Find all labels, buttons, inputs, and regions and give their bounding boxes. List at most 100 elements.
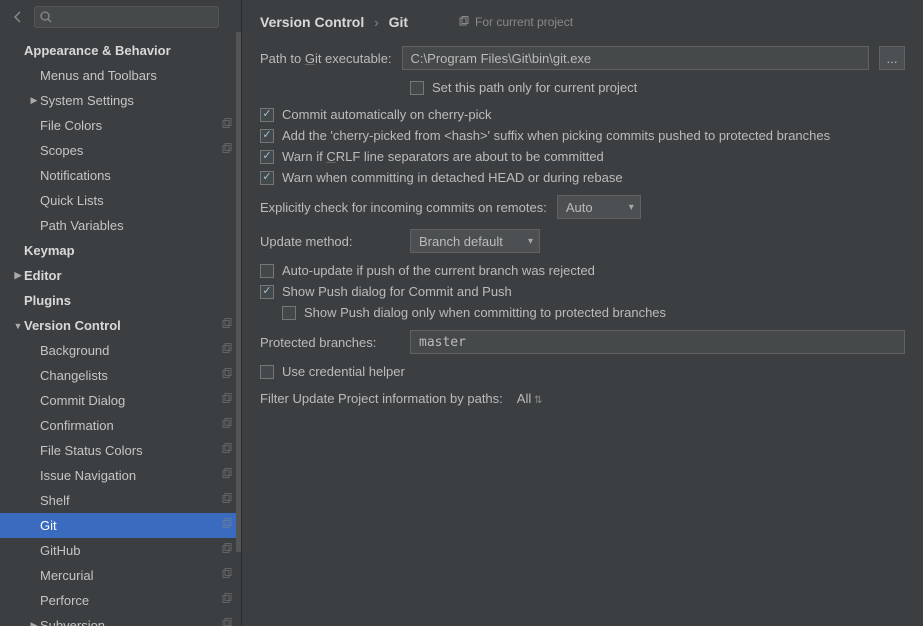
copy-icon — [221, 443, 233, 458]
credential-helper-label: Use credential helper — [282, 364, 405, 379]
search-input[interactable] — [34, 6, 219, 28]
git-path-input[interactable] — [402, 46, 869, 70]
filter-paths-value[interactable]: All — [517, 391, 543, 406]
sidebar-item-notifications[interactable]: Notifications — [0, 163, 241, 188]
show-push-protected-checkbox[interactable] — [282, 306, 296, 320]
copy-icon — [221, 393, 233, 408]
show-push-protected-row: Show Push dialog only when committing to… — [282, 305, 905, 320]
cherry-suffix-row: Add the 'cherry-picked from <hash>' suff… — [260, 128, 905, 143]
breadcrumb: Version Control › Git For current projec… — [260, 14, 905, 30]
sidebar-item-file-status-colors[interactable]: File Status Colors — [0, 438, 241, 463]
sidebar-item-appearance-behavior[interactable]: Appearance & Behavior — [0, 38, 241, 63]
sidebar-item-plugins[interactable]: Plugins — [0, 288, 241, 313]
sidebar-item-label: Mercurial — [40, 568, 221, 583]
path-row: Path to Git executable: ... — [260, 46, 905, 70]
credential-helper-checkbox[interactable] — [260, 365, 274, 379]
sidebar-item-github[interactable]: GitHub — [0, 538, 241, 563]
sidebar-item-menus-and-toolbars[interactable]: Menus and Toolbars — [0, 63, 241, 88]
update-method-row: Update method: Branch default — [260, 229, 905, 253]
sidebar-item-keymap[interactable]: Keymap — [0, 238, 241, 263]
copy-icon — [458, 16, 470, 28]
cherry-suffix-checkbox[interactable] — [260, 129, 274, 143]
expand-arrow-icon[interactable]: ▼ — [12, 321, 24, 331]
expand-arrow-icon[interactable]: ▶ — [12, 270, 24, 281]
copy-icon — [221, 518, 233, 533]
set-path-project-checkbox[interactable] — [410, 81, 424, 95]
sidebar-item-label: Scopes — [40, 143, 221, 158]
filter-paths-label: Filter Update Project information by pat… — [260, 391, 503, 406]
copy-icon — [221, 468, 233, 483]
auto-update-push-row: Auto-update if push of the current branc… — [260, 263, 905, 278]
show-push-dialog-row: Show Push dialog for Commit and Push — [260, 284, 905, 299]
sidebar-item-shelf[interactable]: Shelf — [0, 488, 241, 513]
sidebar-item-mercurial[interactable]: Mercurial — [0, 563, 241, 588]
protected-branches-input[interactable] — [410, 330, 905, 354]
explicit-check-select[interactable]: Auto — [557, 195, 641, 219]
search-icon — [39, 10, 53, 24]
copy-icon — [221, 318, 233, 333]
set-path-project-row: Set this path only for current project — [410, 80, 905, 95]
sidebar-item-system-settings[interactable]: ▶System Settings — [0, 88, 241, 113]
sidebar-item-scopes[interactable]: Scopes — [0, 138, 241, 163]
sidebar-item-background[interactable]: Background — [0, 338, 241, 363]
sidebar-item-issue-navigation[interactable]: Issue Navigation — [0, 463, 241, 488]
copy-icon — [221, 418, 233, 433]
sidebar-item-label: Commit Dialog — [40, 393, 221, 408]
breadcrumb-parent[interactable]: Version Control — [260, 14, 364, 30]
expand-arrow-icon[interactable]: ▶ — [28, 95, 40, 106]
sidebar-item-file-colors[interactable]: File Colors — [0, 113, 241, 138]
copy-icon — [221, 493, 233, 508]
warn-crlf-label: Warn if CRLF line separators are about t… — [282, 149, 604, 164]
copy-icon — [221, 593, 233, 608]
sidebar-item-commit-dialog[interactable]: Commit Dialog — [0, 388, 241, 413]
sidebar-item-confirmation[interactable]: Confirmation — [0, 413, 241, 438]
cherry-auto-row: Commit automatically on cherry-pick — [260, 107, 905, 122]
scrollbar[interactable] — [236, 32, 241, 552]
sidebar-item-git[interactable]: Git — [0, 513, 241, 538]
warn-crlf-checkbox[interactable] — [260, 150, 274, 164]
sidebar-item-label: File Colors — [40, 118, 221, 133]
copy-icon — [221, 343, 233, 358]
sidebar-item-label: Menus and Toolbars — [40, 68, 233, 83]
cherry-auto-label: Commit automatically on cherry-pick — [282, 107, 492, 122]
warn-crlf-row: Warn if CRLF line separators are about t… — [260, 149, 905, 164]
set-path-project-label: Set this path only for current project — [432, 80, 637, 95]
browse-path-button[interactable]: ... — [879, 46, 905, 70]
copy-icon — [221, 143, 233, 158]
copy-icon — [221, 543, 233, 558]
sidebar-item-changelists[interactable]: Changelists — [0, 363, 241, 388]
sidebar-item-label: Background — [40, 343, 221, 358]
sidebar-item-quick-lists[interactable]: Quick Lists — [0, 188, 241, 213]
breadcrumb-current: Git — [389, 14, 408, 30]
sidebar-item-label: Subversion — [40, 618, 221, 626]
sidebar-item-path-variables[interactable]: Path Variables — [0, 213, 241, 238]
credential-helper-row: Use credential helper — [260, 364, 905, 379]
show-push-protected-label: Show Push dialog only when committing to… — [304, 305, 666, 320]
sidebar-item-label: Plugins — [24, 293, 233, 308]
sidebar-item-editor[interactable]: ▶Editor — [0, 263, 241, 288]
project-scope-hint: For current project — [458, 15, 573, 29]
warn-detached-checkbox[interactable] — [260, 171, 274, 185]
show-push-dialog-label: Show Push dialog for Commit and Push — [282, 284, 512, 299]
sidebar-item-label: Keymap — [24, 243, 233, 258]
update-method-select[interactable]: Branch default — [410, 229, 540, 253]
sidebar-item-subversion[interactable]: ▶Subversion — [0, 613, 241, 626]
warn-detached-row: Warn when committing in detached HEAD or… — [260, 170, 905, 185]
settings-tree[interactable]: Appearance & Behavior Menus and Toolbars ▶… — [0, 34, 241, 626]
warn-detached-label: Warn when committing in detached HEAD or… — [282, 170, 623, 185]
expand-arrow-icon[interactable]: ▶ — [28, 620, 40, 626]
sidebar-item-label: Issue Navigation — [40, 468, 221, 483]
sidebar-item-version-control[interactable]: ▼Version Control — [0, 313, 241, 338]
back-button[interactable] — [8, 7, 28, 27]
sidebar-item-label: Perforce — [40, 593, 221, 608]
settings-sidebar: Appearance & Behavior Menus and Toolbars ▶… — [0, 0, 242, 626]
copy-icon — [221, 618, 233, 626]
cherry-auto-checkbox[interactable] — [260, 108, 274, 122]
show-push-dialog-checkbox[interactable] — [260, 285, 274, 299]
sidebar-item-label: Changelists — [40, 368, 221, 383]
sidebar-item-label: GitHub — [40, 543, 221, 558]
sidebar-item-label: Shelf — [40, 493, 221, 508]
auto-update-push-checkbox[interactable] — [260, 264, 274, 278]
sidebar-item-perforce[interactable]: Perforce — [0, 588, 241, 613]
settings-main-panel: Version Control › Git For current projec… — [242, 0, 923, 626]
